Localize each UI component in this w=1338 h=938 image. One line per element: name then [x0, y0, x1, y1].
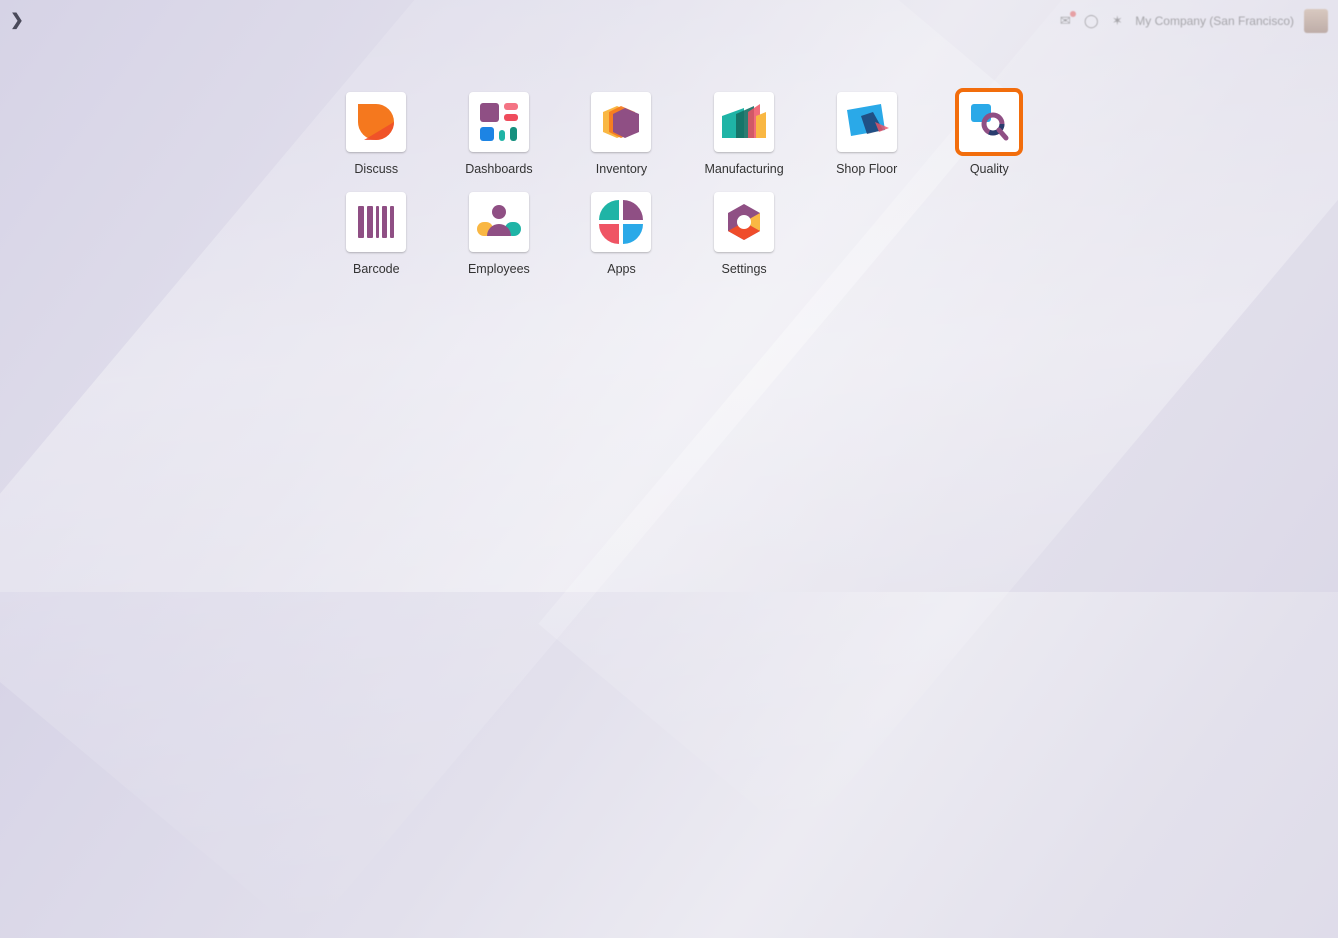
app-label: Shop Floor [836, 162, 898, 176]
app-employees[interactable]: Employees [438, 192, 561, 276]
sidebar-toggle-chevron-right-icon[interactable]: ❯ [8, 10, 26, 30]
discuss-icon [346, 92, 407, 152]
company-switcher[interactable]: My Company (San Francisco) [1135, 14, 1294, 28]
inventory-icon [591, 92, 652, 152]
app-label: Quality [969, 162, 1009, 176]
app-label: Barcode [353, 262, 400, 276]
quality-icon [955, 88, 1024, 156]
app-label: Apps [607, 262, 636, 276]
app-quality[interactable]: Quality [928, 88, 1051, 176]
app-discuss[interactable]: Discuss [315, 92, 438, 176]
app-label: Dashboards [465, 162, 533, 176]
app-manufacturing[interactable]: Manufacturing [683, 92, 806, 176]
app-settings[interactable]: Settings [683, 192, 806, 276]
settings-icon [714, 192, 775, 252]
app-label: Discuss [354, 162, 399, 176]
apps-icon [591, 192, 652, 252]
app-label: Employees [467, 262, 530, 276]
app-label: Settings [721, 262, 767, 276]
debug-icon[interactable]: ✶ [1109, 13, 1125, 29]
user-avatar[interactable] [1304, 9, 1328, 33]
dashboards-icon [468, 92, 529, 152]
app-grid: Discuss Dashboards Inventory Manufacturi… [315, 88, 1035, 276]
app-shop-floor[interactable]: Shop Floor [805, 92, 928, 176]
app-apps[interactable]: Apps [560, 192, 683, 276]
app-dashboards[interactable]: Dashboards [438, 92, 561, 176]
app-barcode[interactable]: Barcode [315, 192, 438, 276]
shop-floor-icon [836, 92, 897, 152]
app-label: Inventory [595, 162, 648, 176]
manufacturing-icon [714, 92, 775, 152]
activity-clock-icon[interactable]: ◯ [1083, 13, 1099, 29]
top-navbar: ✉ ◯ ✶ My Company (San Francisco) [1057, 8, 1328, 34]
barcode-icon [346, 192, 407, 252]
app-inventory[interactable]: Inventory [560, 92, 683, 176]
app-label: Manufacturing [704, 162, 784, 176]
employees-icon [468, 192, 529, 252]
messaging-icon[interactable]: ✉ [1057, 11, 1077, 29]
